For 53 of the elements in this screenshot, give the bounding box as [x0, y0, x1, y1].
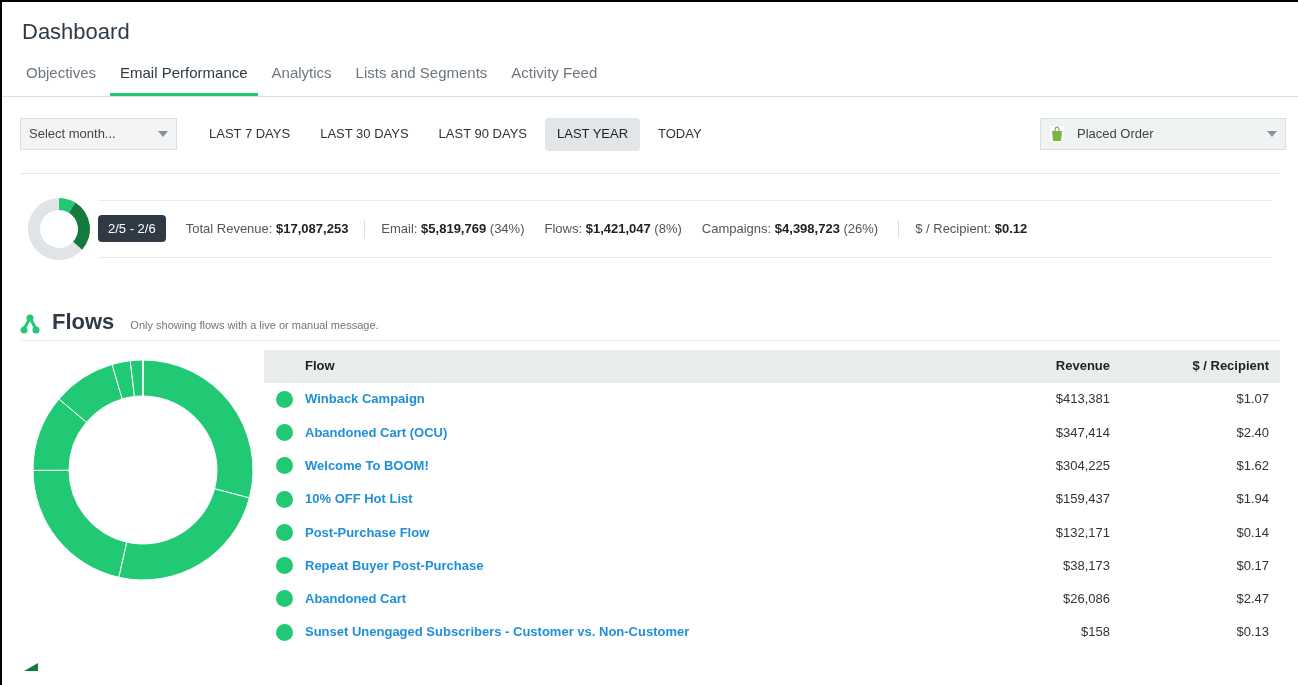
shopping-bag-icon	[1049, 125, 1065, 143]
table-cell-text: $132,171	[1054, 523, 1110, 542]
flow-link[interactable]: 10% OFF Hot List	[305, 489, 970, 509]
date-range-button[interactable]: LAST 90 DAYS	[426, 117, 539, 151]
tab[interactable]: Objectives	[16, 58, 107, 96]
table-cell-text: $413,381	[1054, 390, 1110, 409]
date-range-button[interactable]: LAST 30 DAYS	[308, 117, 421, 151]
tab[interactable]: Email Performance	[110, 58, 258, 96]
flow-link[interactable]: Sunset Unengaged Subscribers - Customer vs. Non-Customer	[305, 622, 970, 642]
section-icon	[24, 660, 38, 671]
revenue-metric: $ / Recipient: $0.12	[915, 219, 1028, 238]
table-cell-text: $304,225	[1054, 457, 1110, 475]
tab[interactable]: Lists and Segments	[345, 58, 498, 96]
revenue-metric: Total Revenue: $17,087,253	[185, 219, 349, 238]
table-cell-text: $1.07	[1235, 390, 1270, 409]
section-note: Only showing flows with a live or manual message.	[130, 318, 379, 333]
date-range-button[interactable]: LAST YEAR	[545, 117, 641, 151]
section-title: Flows	[52, 309, 115, 334]
tab[interactable]: Analytics	[261, 58, 342, 96]
revenue-metric: Email: $5,819,769 (34%)	[381, 219, 525, 238]
column-header: Revenue	[1054, 357, 1110, 376]
table-cell-text: $347,414	[1054, 423, 1110, 442]
caret-icon	[1267, 131, 1277, 137]
table-cell-text: $38,173	[1062, 556, 1110, 575]
flow-link[interactable]: Welcome To BOOM!	[305, 456, 970, 476]
table-cell-text: $158	[1080, 623, 1110, 642]
metric-select[interactable]: Placed Order	[1040, 118, 1286, 150]
flow-link[interactable]: Post-Purchase Flow	[305, 522, 970, 543]
column-header: Flow	[305, 357, 336, 376]
table-cell-text: $26,086	[1062, 590, 1110, 609]
column-header: $ / Recipient	[1191, 357, 1270, 376]
flow-icon	[20, 313, 40, 334]
table-cell-text: $0.17	[1235, 556, 1270, 575]
table-cell-text: $0.13	[1235, 623, 1270, 642]
date-range-tooltip: 2/5 - 2/6	[98, 214, 166, 243]
flow-link[interactable]: Abandoned Cart	[305, 589, 970, 609]
flow-link[interactable]: Winback Campaign	[305, 389, 970, 409]
table-cell-text: $1.94	[1235, 490, 1270, 509]
table-cell-text: $159,437	[1054, 490, 1110, 509]
table-cell-text: $0.14	[1235, 523, 1270, 542]
table-cell-text: $1.62	[1235, 457, 1270, 475]
caret-icon	[158, 131, 168, 137]
table-cell-text: $2.47	[1235, 590, 1270, 609]
revenue-metric: Campaigns: $4,398,723 (26%)	[701, 219, 879, 238]
flow-link[interactable]: Abandoned Cart (OCU)	[305, 422, 970, 443]
revenue-metric: Flows: $1,421,047 (8%)	[544, 219, 682, 238]
month-select[interactable]: Select month...	[20, 118, 177, 150]
date-range-button[interactable]: TODAY	[646, 117, 714, 151]
table-cell-text: $2.40	[1235, 423, 1270, 442]
tab[interactable]: Activity Feed	[501, 58, 608, 96]
page-title: Dashboard	[22, 18, 131, 46]
flow-link[interactable]: Repeat Buyer Post-Purchase	[305, 555, 970, 576]
date-range-button[interactable]: LAST 7 DAYS	[197, 117, 303, 151]
